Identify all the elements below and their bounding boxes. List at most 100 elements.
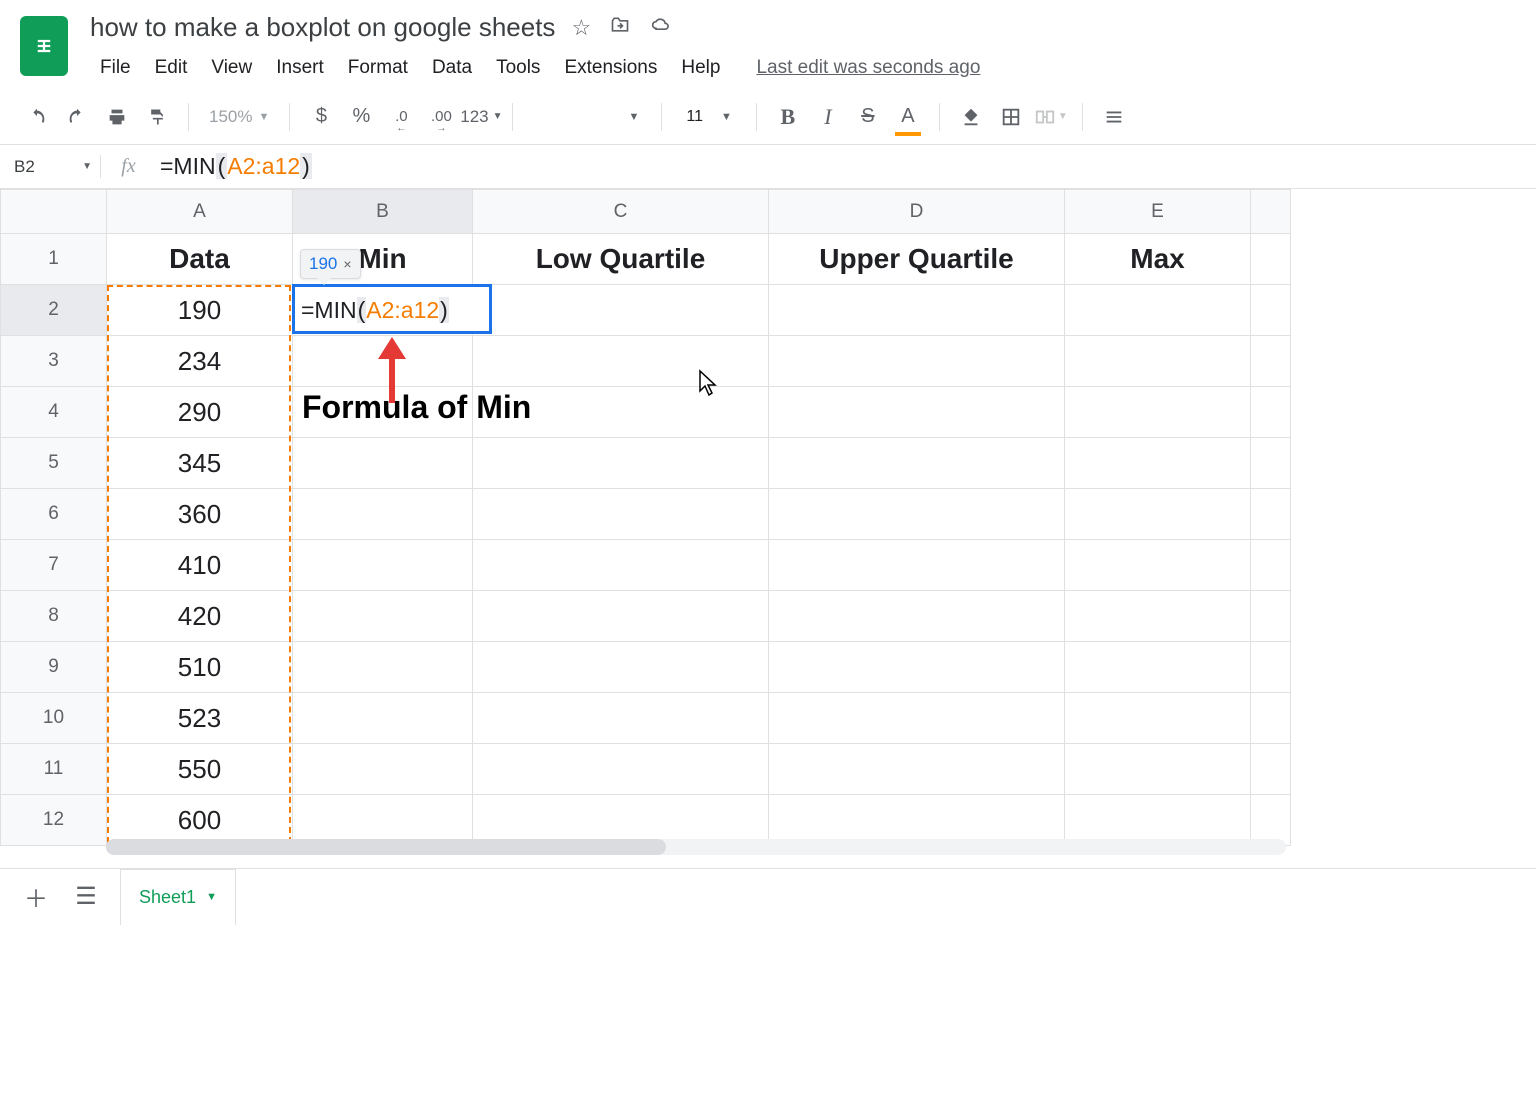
paint-format-button[interactable] (140, 100, 174, 134)
print-button[interactable] (100, 100, 134, 134)
zoom-select[interactable]: 150%▼ (203, 107, 275, 127)
number-format-button[interactable]: 123▼ (464, 100, 498, 134)
cell-D8[interactable] (769, 591, 1065, 642)
column-header-B[interactable]: B (293, 190, 473, 234)
row-header-1[interactable]: 1 (1, 234, 107, 285)
cell-B9[interactable] (293, 642, 473, 693)
cell-F1[interactable] (1251, 234, 1291, 285)
cell-B11[interactable] (293, 744, 473, 795)
column-header-E[interactable]: E (1065, 190, 1251, 234)
row-header-4[interactable]: 4 (1, 387, 107, 438)
spreadsheet-grid[interactable]: A B C D E 1 Data Min Low Quartile Upper … (0, 189, 1536, 846)
cell-A7[interactable]: 410 (107, 540, 293, 591)
italic-button[interactable]: I (811, 100, 845, 134)
cell-C1[interactable]: Low Quartile (473, 234, 769, 285)
cell-D9[interactable] (769, 642, 1065, 693)
cell-F11[interactable] (1251, 744, 1291, 795)
menu-tools[interactable]: Tools (486, 53, 550, 83)
cell-F2[interactable] (1251, 285, 1291, 336)
cell-D3[interactable] (769, 336, 1065, 387)
cell-C2[interactable] (473, 285, 769, 336)
menu-view[interactable]: View (201, 53, 262, 83)
bold-button[interactable]: B (771, 100, 805, 134)
sheet-tab-sheet1[interactable]: Sheet1▼ (120, 869, 236, 925)
column-header-C[interactable]: C (473, 190, 769, 234)
star-icon[interactable]: ☆ (571, 15, 591, 41)
cell-F3[interactable] (1251, 336, 1291, 387)
add-sheet-button[interactable]: ＋ (20, 881, 52, 913)
cell-C7[interactable] (473, 540, 769, 591)
cell-B12[interactable] (293, 795, 473, 846)
cell-F7[interactable] (1251, 540, 1291, 591)
menu-help[interactable]: Help (671, 53, 730, 83)
cell-A2[interactable]: 190 (107, 285, 293, 336)
row-header-2[interactable]: 2 (1, 285, 107, 336)
column-header-A[interactable]: A (107, 190, 293, 234)
fill-color-button[interactable] (954, 100, 988, 134)
cell-F5[interactable] (1251, 438, 1291, 489)
cell-F9[interactable] (1251, 642, 1291, 693)
row-header-8[interactable]: 8 (1, 591, 107, 642)
cell-E2[interactable] (1065, 285, 1251, 336)
cell-E7[interactable] (1065, 540, 1251, 591)
horizontal-scrollbar-thumb[interactable] (106, 839, 666, 855)
row-header-6[interactable]: 6 (1, 489, 107, 540)
menu-extensions[interactable]: Extensions (554, 53, 667, 83)
cell-A4[interactable]: 290 (107, 387, 293, 438)
document-title[interactable]: how to make a boxplot on google sheets (90, 12, 555, 43)
row-header-3[interactable]: 3 (1, 336, 107, 387)
menu-insert[interactable]: Insert (266, 53, 334, 83)
formula-input[interactable]: =MIN(A2:a12) (156, 153, 1536, 180)
cell-B8[interactable] (293, 591, 473, 642)
cell-C3[interactable] (473, 336, 769, 387)
row-header-10[interactable]: 10 (1, 693, 107, 744)
cell-A12[interactable]: 600 (107, 795, 293, 846)
cell-D5[interactable] (769, 438, 1065, 489)
name-box[interactable]: B2▼ (0, 157, 100, 177)
text-color-button[interactable]: A (891, 100, 925, 134)
percent-button[interactable]: % (344, 100, 378, 134)
borders-button[interactable] (994, 100, 1028, 134)
cell-editor[interactable]: =MIN(A2:a12) (292, 284, 492, 334)
cell-C9[interactable] (473, 642, 769, 693)
cell-B6[interactable] (293, 489, 473, 540)
cell-A11[interactable]: 550 (107, 744, 293, 795)
row-header-9[interactable]: 9 (1, 642, 107, 693)
font-family-select[interactable]: ▼ (527, 111, 647, 123)
redo-button[interactable] (60, 100, 94, 134)
cell-B7[interactable] (293, 540, 473, 591)
font-size-select[interactable]: 11▼ (676, 108, 742, 126)
cell-C10[interactable] (473, 693, 769, 744)
menu-edit[interactable]: Edit (145, 53, 198, 83)
cell-B10[interactable] (293, 693, 473, 744)
cell-F4[interactable] (1251, 387, 1291, 438)
cell-E6[interactable] (1065, 489, 1251, 540)
move-icon[interactable] (609, 15, 631, 41)
menu-file[interactable]: File (90, 53, 141, 83)
cell-E8[interactable] (1065, 591, 1251, 642)
cell-D4[interactable] (769, 387, 1065, 438)
cell-D11[interactable] (769, 744, 1065, 795)
decrease-decimal-button[interactable]: .0← (384, 100, 418, 134)
cell-B3[interactable] (293, 336, 473, 387)
increase-decimal-button[interactable]: .00→ (424, 100, 458, 134)
cell-D7[interactable] (769, 540, 1065, 591)
cell-A10[interactable]: 523 (107, 693, 293, 744)
cell-F8[interactable] (1251, 591, 1291, 642)
cell-E4[interactable] (1065, 387, 1251, 438)
strikethrough-button[interactable]: S (851, 100, 885, 134)
cell-E9[interactable] (1065, 642, 1251, 693)
cell-A6[interactable]: 360 (107, 489, 293, 540)
cloud-status-icon[interactable] (649, 15, 673, 41)
select-all-corner[interactable] (1, 190, 107, 234)
menu-data[interactable]: Data (422, 53, 482, 83)
cell-C4[interactable] (473, 387, 769, 438)
align-button[interactable] (1097, 100, 1131, 134)
cell-E1[interactable]: Max (1065, 234, 1251, 285)
cell-C5[interactable] (473, 438, 769, 489)
column-header-D[interactable]: D (769, 190, 1065, 234)
cell-A9[interactable]: 510 (107, 642, 293, 693)
cell-A3[interactable]: 234 (107, 336, 293, 387)
cell-E12[interactable] (1065, 795, 1251, 846)
cell-A8[interactable]: 420 (107, 591, 293, 642)
